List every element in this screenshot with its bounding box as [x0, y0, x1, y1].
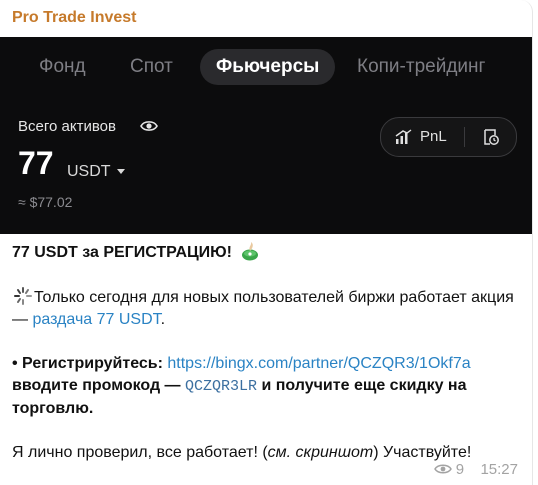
giveaway-link[interactable]: раздача 77 USDT [32, 311, 160, 328]
promo-code[interactable]: QCZQR3LR [185, 378, 257, 395]
tab-fund: Фонд [39, 56, 86, 77]
register-label: • Регистрируйтесь: [12, 355, 168, 372]
message-time: 15:27 [480, 460, 518, 478]
pnl-group: PnL [380, 117, 517, 157]
chevron-down-icon [117, 169, 125, 174]
closing-end: ) Участвуйте! [373, 444, 472, 461]
history-button [471, 118, 511, 156]
usd-equivalent: ≈ $77.02 [18, 194, 73, 210]
tab-copy-trading: Копи-трейдинг [357, 56, 486, 77]
eye-icon [140, 121, 158, 131]
tab-spot: Спот [130, 56, 173, 77]
loading-icon [14, 287, 32, 305]
pnl-button: PnL [393, 118, 463, 156]
referral-link[interactable]: https://bingx.com/partner/QCZQR3/1Okf7a [167, 355, 470, 372]
total-assets-label: Всего активов [18, 118, 116, 135]
pnl-divider [464, 127, 465, 147]
message-text: 77 USDT за РЕГИСТРАЦИЮ! Только сегодня д… [12, 240, 522, 464]
channel-name[interactable]: Pro Trade Invest [12, 9, 137, 27]
asset-value: 77 [18, 145, 54, 181]
currency-selector: USDT [67, 163, 111, 180]
exchange-tabs: Фонд Спот Фьючерсы Копи-трейдинг [0, 49, 532, 85]
money-bag-icon [242, 242, 259, 261]
views-count: 9 [455, 460, 465, 478]
tab-futures: Фьючерсы [200, 49, 336, 85]
closing-italic: см. скриншот [267, 444, 374, 461]
message-headline: 77 USDT за РЕГИСТРАЦИЮ! [12, 244, 233, 261]
promo-paragraph: Только сегодня для новых пользователей б… [12, 286, 522, 331]
screenshot-image[interactable]: Фонд Спот Фьючерсы Копи-трейдинг Всего а… [0, 37, 532, 234]
register-paragraph: • Регистрируйтесь: https://bingx.com/par… [12, 353, 522, 420]
pnl-chart-icon [395, 129, 412, 144]
message-bubble: Pro Trade Invest Фонд Спот Фьючерсы Копи… [0, 0, 533, 485]
promo-text-end: . [160, 311, 166, 328]
promo-prefix: вводите промокод — [12, 377, 185, 394]
pnl-label: PnL [420, 128, 447, 145]
closing-text: Я лично проверил, все работает! ( [12, 444, 268, 461]
views-icon [433, 464, 452, 474]
message-headline-line: 77 USDT за РЕГИСТРАЦИЮ! [12, 240, 522, 264]
message-meta: 9 15:27 [433, 460, 518, 478]
history-icon [484, 129, 499, 145]
